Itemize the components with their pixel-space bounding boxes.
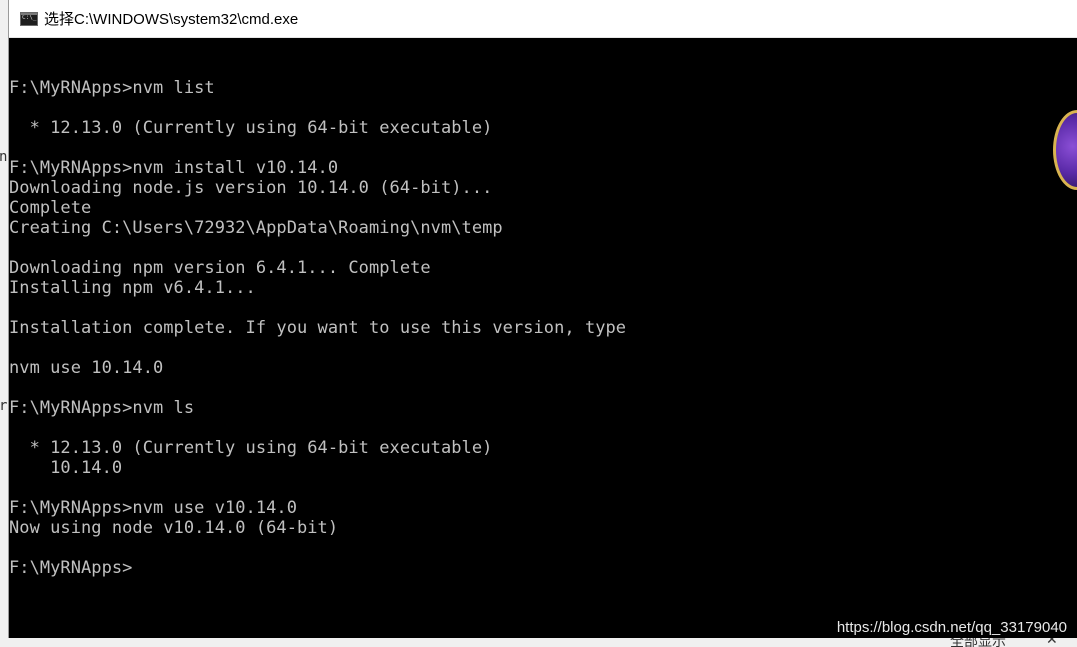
console-line: F:\MyRNApps>nvm use v10.14.0 (9, 498, 297, 518)
console-line: F:\MyRNApps>nvm ls (9, 398, 195, 418)
console-line: Installation complete. If you want to us… (9, 318, 627, 338)
console-lines: F:\MyRNApps>nvm list * 12.13.0 (Currentl… (9, 78, 626, 578)
window-title: 选择C:\WINDOWS\system32\cmd.exe (44, 11, 299, 28)
console-line: F:\MyRNApps>nvm list (9, 78, 215, 98)
console-line: nvm use 10.14.0 (9, 358, 164, 378)
console-line: Installing npm v6.4.1... (9, 278, 256, 298)
console-line: * 12.13.0 (Currently using 64-bit execut… (9, 438, 493, 458)
console-line: Now using node v10.14.0 (64-bit) (9, 518, 339, 538)
console-line: F:\MyRNApps> (9, 558, 133, 578)
console-line: Complete (9, 198, 92, 218)
watermark: https://blog.csdn.net/qq_33179040 (836, 619, 1067, 636)
console-line: Downloading node.js version 10.14.0 (64-… (9, 178, 493, 198)
console-line: * 12.13.0 (Currently using 64-bit execut… (9, 118, 493, 138)
background-window-edge: n r (0, 38, 8, 647)
console-output[interactable]: F:\MyRNApps>nvm list * 12.13.0 (Currentl… (9, 38, 1077, 638)
cmd-window[interactable]: 选择C:\WINDOWS\system32\cmd.exe F:\MyRNApp… (8, 0, 1077, 638)
background-show-all-text: 全部显示 (950, 638, 1006, 647)
background-text-fragment: n (0, 149, 8, 165)
console-icon[interactable] (20, 11, 38, 26)
title-bar[interactable]: 选择C:\WINDOWS\system32\cmd.exe (9, 0, 1077, 38)
console-line: F:\MyRNApps>nvm install v10.14.0 (9, 158, 339, 178)
console-line: 10.14.0 (9, 458, 123, 478)
close-icon[interactable]: ✕ (1046, 638, 1058, 647)
console-line: Creating C:\Users\72932\AppData\Roaming\… (9, 218, 503, 238)
console-line: Downloading npm version 6.4.1... Complet… (9, 258, 431, 278)
background-text-fragment: r (0, 398, 8, 414)
background-window-bottom: 全部显示 ✕ (0, 638, 1077, 647)
